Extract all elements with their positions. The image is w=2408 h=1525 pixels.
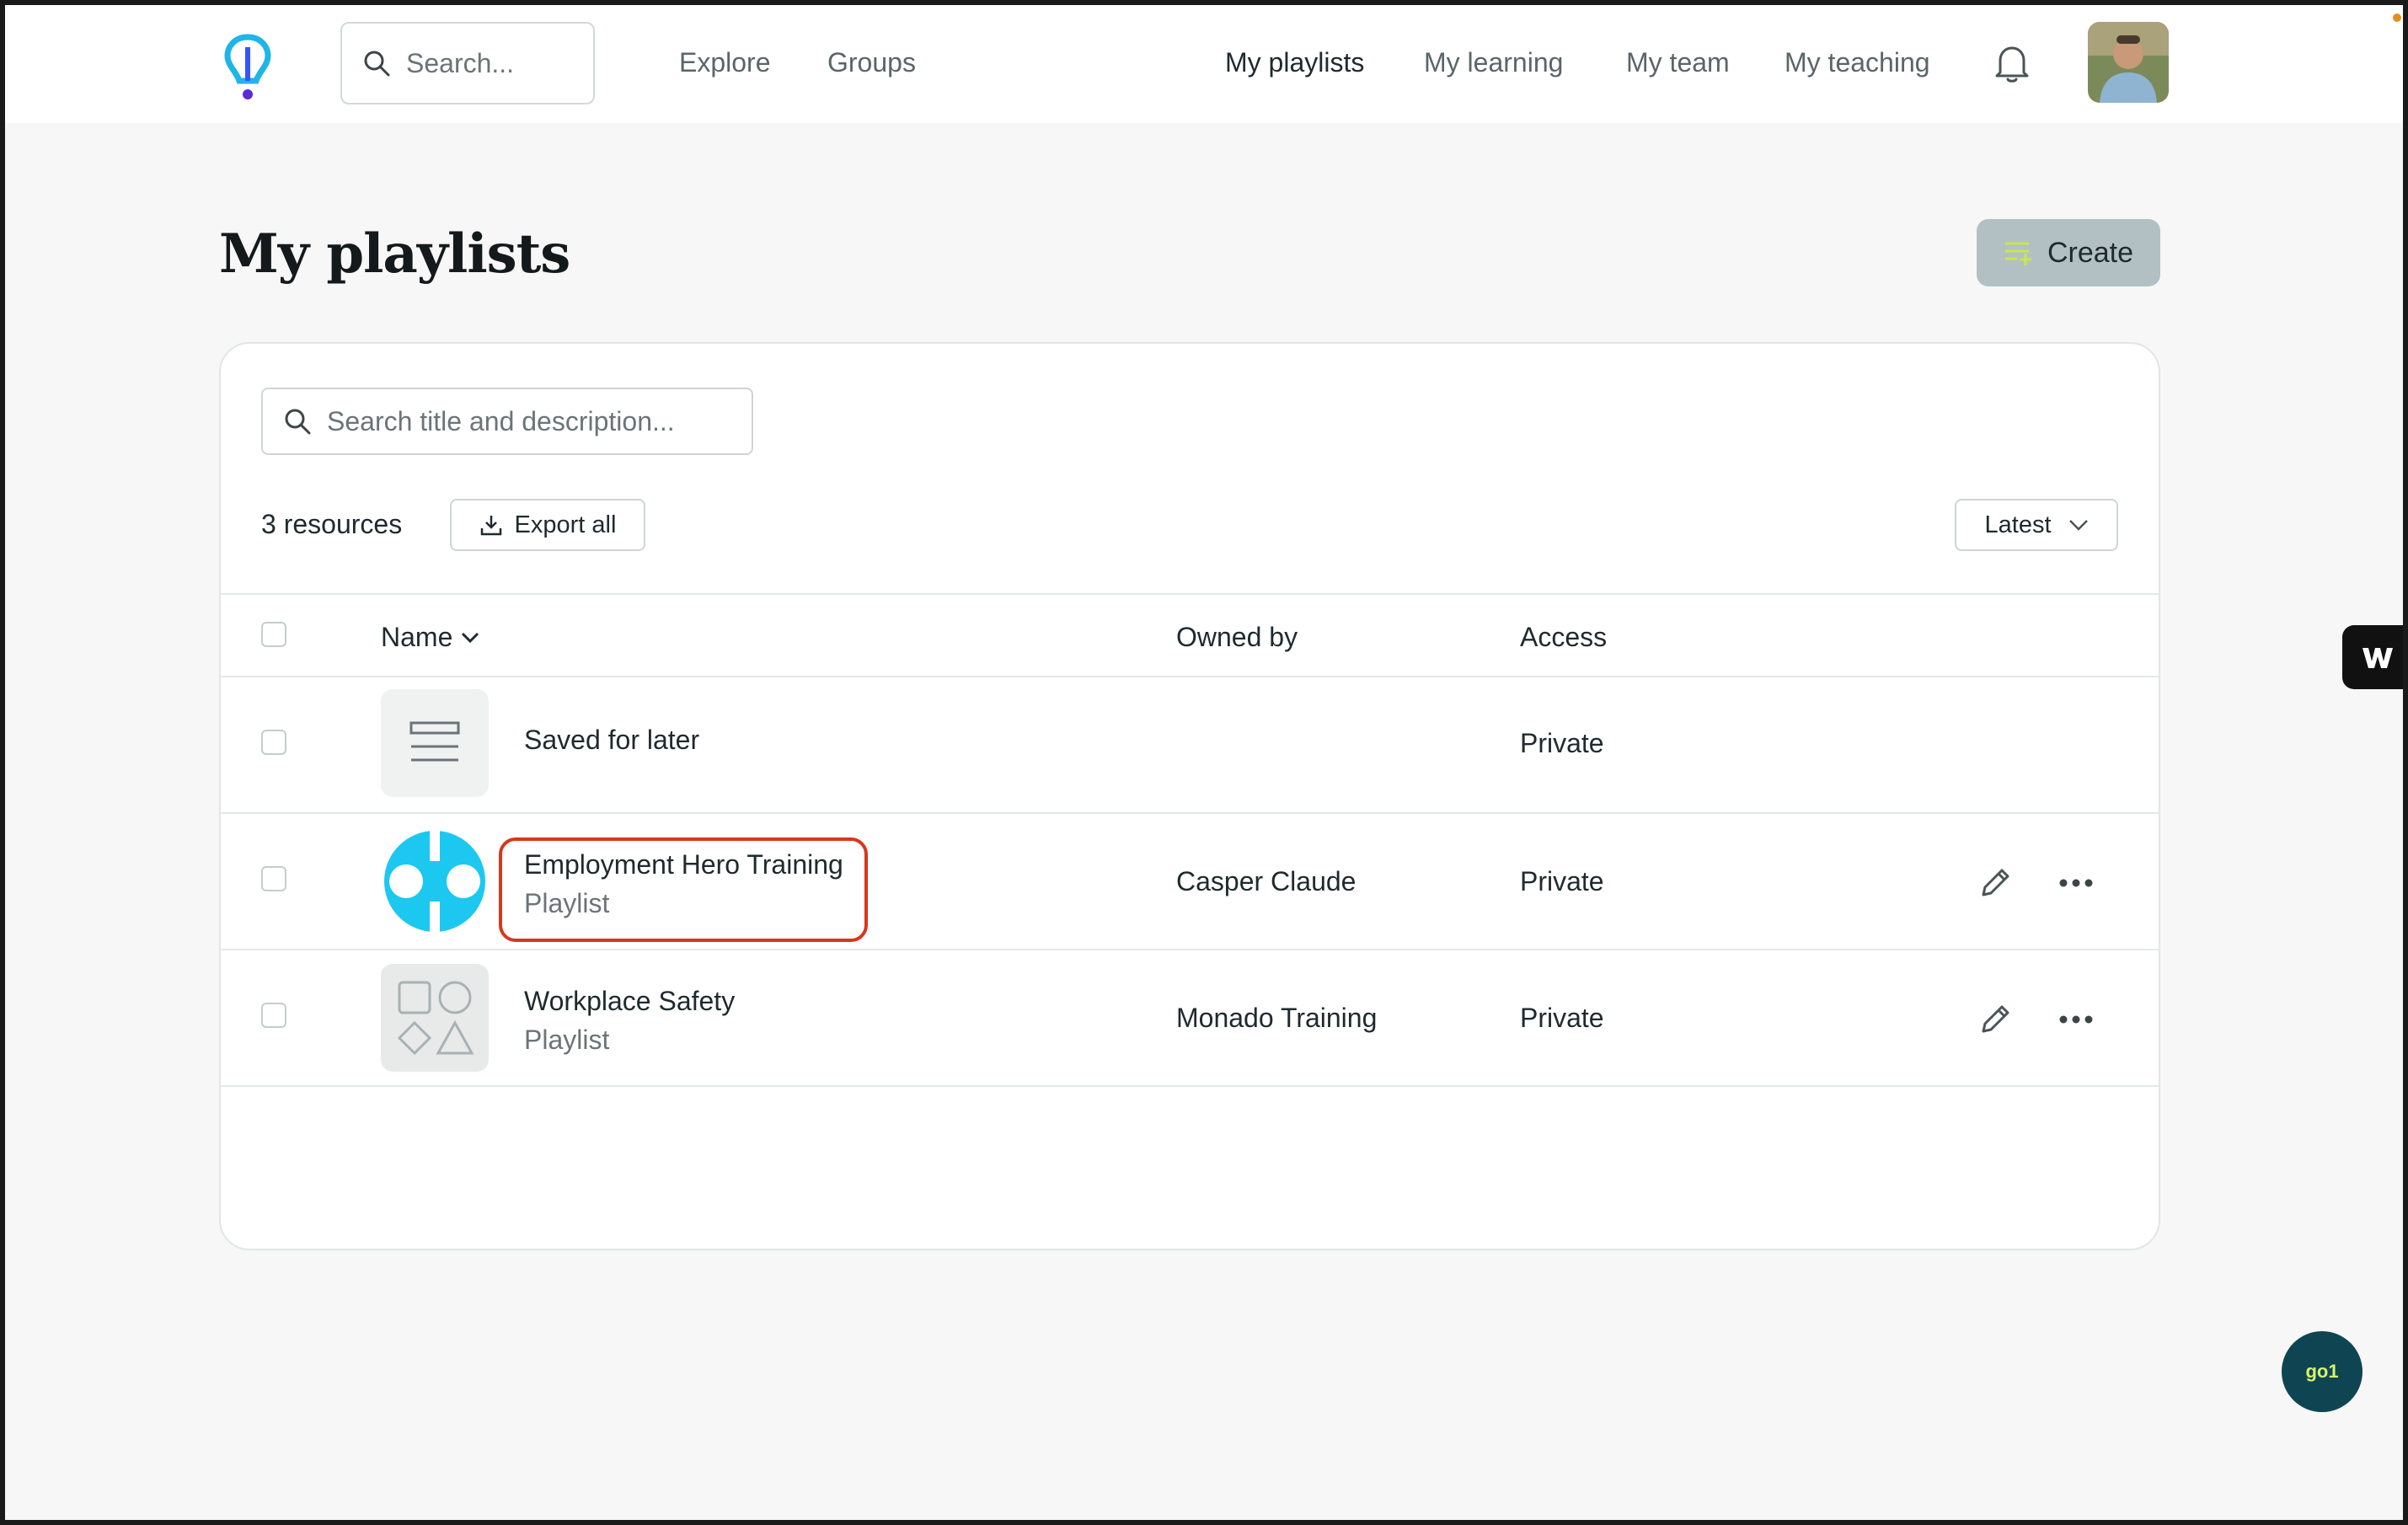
more-options-icon[interactable] [2058,1011,2095,1028]
resource-count: 3 resources [261,509,403,539]
row-access: Private [1520,728,1604,758]
row-checkbox[interactable] [261,866,286,891]
status-indicator-dot [2393,13,2401,22]
row-title[interactable]: Saved for later [524,725,699,756]
row-divider [221,949,2159,950]
nav-groups-link[interactable]: Groups [827,47,916,78]
w-logo-icon [2363,648,2393,668]
lightbulb-logo-icon[interactable] [222,32,273,103]
playlist-search-input[interactable]: Search title and description... [261,388,753,455]
chat-assistant-button[interactable]: go1 [2282,1331,2363,1412]
shapes-icon [397,981,474,1056]
row-subtitle: Playlist [524,1025,610,1055]
chat-assistant-label: go1 [2305,1361,2339,1382]
row-owner: Monado Training [1176,1003,1378,1033]
edit-pencil-icon[interactable] [1977,864,2014,902]
search-icon [364,51,390,77]
export-all-label: Export all [514,511,617,538]
nav-my-playlists-link[interactable]: My playlists [1225,47,1364,78]
user-photo-icon [2088,22,2169,103]
name-column-header[interactable]: Name [381,622,479,653]
edit-pencil-icon[interactable] [1977,1001,2014,1038]
table-top-divider [221,593,2159,595]
row-divider [221,1085,2159,1087]
global-search-input[interactable]: Search... [340,22,595,104]
playlists-card: Search title and description... 3 resour… [219,342,2160,1250]
nav-explore-link[interactable]: Explore [679,47,771,78]
row-access: Private [1520,1003,1604,1033]
global-search-placeholder: Search... [406,47,515,78]
sort-dropdown-value: Latest [1984,511,2052,538]
row-checkbox[interactable] [261,730,286,755]
playlist-search-placeholder: Search title and description... [327,405,675,436]
chevron-down-icon [2068,520,2088,531]
app-window: Search... Explore Groups My playlists My… [5,5,2403,1520]
workplace-safety-thumbnail [381,964,489,1072]
name-column-label: Name [381,622,453,652]
employment-hero-logo-icon [384,827,485,935]
row-access: Private [1520,866,1604,896]
list-icon [409,721,460,762]
row-owner: Casper Claude [1176,866,1357,896]
sort-dropdown[interactable]: Latest [1955,499,2118,551]
row-divider [221,812,2159,814]
row-checkbox[interactable] [261,1003,286,1028]
employment-hero-thumbnail [381,827,489,935]
add-playlist-icon [2004,242,2031,265]
download-icon [480,516,501,536]
nav-my-learning-link[interactable]: My learning [1424,47,1563,78]
highlight-annotation [499,837,868,942]
owned-by-column-header: Owned by [1176,622,1298,652]
side-widget-tab[interactable] [2342,625,2403,689]
nav-my-team-link[interactable]: My team [1626,47,1730,78]
sort-chevron-down-icon [462,632,479,643]
user-avatar[interactable] [2088,22,2169,103]
top-navigation: Search... Explore Groups My playlists My… [5,5,2403,123]
header-divider [221,676,2159,677]
nav-my-teaching-link[interactable]: My teaching [1785,47,1930,78]
saved-thumbnail [381,689,489,797]
export-all-button[interactable]: Export all [450,499,645,551]
notifications-bell-icon[interactable] [1992,42,2032,84]
create-button-label: Create [2047,236,2134,269]
row-title[interactable]: Workplace Safety [524,986,735,1017]
more-options-icon[interactable] [2058,875,2095,891]
page-title: My playlists [219,222,570,286]
create-button[interactable]: Create [1977,219,2160,286]
select-all-checkbox[interactable] [261,622,286,647]
access-column-header: Access [1520,622,1608,652]
search-icon [285,409,311,435]
